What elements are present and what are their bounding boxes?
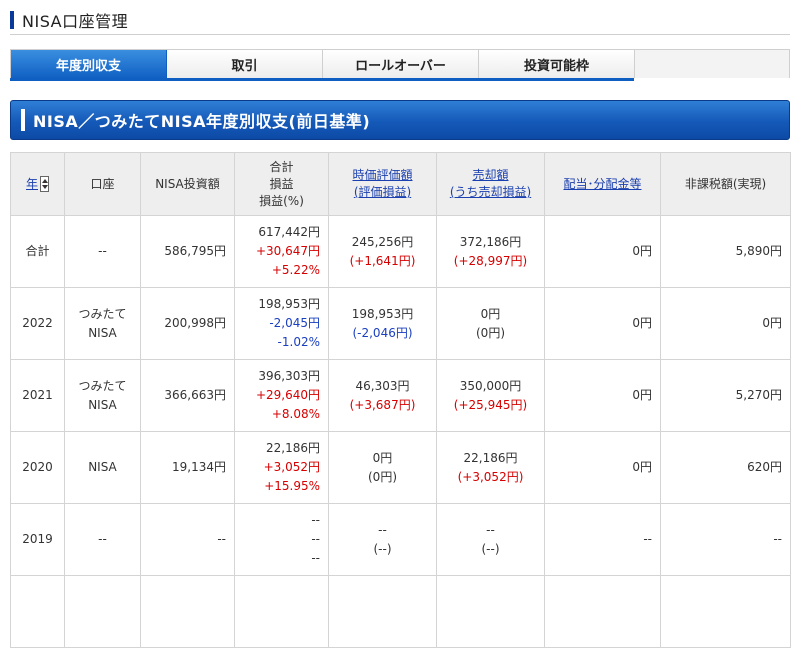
- header-total: 合計 損益 損益(%): [234, 152, 329, 216]
- title-accent-bar: [10, 11, 14, 29]
- cell-taxfree: --: [660, 503, 791, 576]
- cell-valuation: 46,303円 (+3,687円): [328, 359, 437, 432]
- cell-dividend: 0円: [544, 359, 661, 432]
- cell-account: つみたて NISA: [64, 359, 141, 432]
- section-title: NISA／つみたてNISA年度別収支(前日基準): [33, 112, 371, 131]
- tab-bar: 年度別収支 取引 ロールオーバー 投資可能枠: [10, 49, 790, 79]
- cell-taxfree: 620円: [660, 431, 791, 504]
- header-investment: NISA投資額: [140, 152, 235, 216]
- cell-account: --: [64, 215, 141, 288]
- cell-sales: -- (--): [436, 503, 545, 576]
- header-sales-pl-link[interactable]: (うち売却損益): [439, 184, 542, 201]
- cell-account: NISA: [64, 431, 141, 504]
- header-valuation: 時価評価額 (評価損益): [328, 152, 437, 216]
- header-account: 口座: [64, 152, 141, 216]
- cell-year: 2021: [10, 359, 65, 432]
- cell-dividend: 0円: [544, 215, 661, 288]
- cell-sales: 22,186円 (+3,052円): [436, 431, 545, 504]
- cell-investment: 200,998円: [140, 287, 235, 360]
- header-dividend-link[interactable]: 配当･分配金等: [563, 177, 641, 191]
- table-row: 2021 つみたて NISA 366,663円 396,303円 +29,640円 +…: [10, 359, 791, 432]
- section-accent-bar: [21, 109, 25, 131]
- tab-investment-limit[interactable]: 投資可能枠: [479, 50, 635, 79]
- sort-icon[interactable]: [40, 176, 49, 192]
- header-valuation-pl-link[interactable]: (評価損益): [331, 184, 434, 201]
- cell-valuation: 245,256円 (+1,641円): [328, 215, 437, 288]
- annual-balance-table: 年 口座 NISA投資額 合計 損益 損益(%) 時価評価額 (評価損益) 売却…: [10, 152, 791, 648]
- table-row: 2019 -- -- -- -- -- -- (--) -- (--) -- --: [10, 503, 791, 576]
- header-year: 年: [10, 152, 65, 216]
- cell-account: --: [64, 503, 141, 576]
- cell-taxfree: 5,270円: [660, 359, 791, 432]
- cell-year: 合計: [10, 215, 65, 288]
- cell-dividend: 0円: [544, 431, 661, 504]
- header-taxfree: 非課税額(実現): [660, 152, 791, 216]
- header-divider: [10, 34, 790, 35]
- cell-sales: 372,186円 (+28,997円): [436, 215, 545, 288]
- tab-rollover[interactable]: ロールオーバー: [323, 50, 479, 79]
- table-row: 2022 つみたて NISA 200,998円 198,953円 -2,045円 -1…: [10, 287, 791, 360]
- cell-valuation: 198,953円 (-2,046円): [328, 287, 437, 360]
- cell-sales: 0円 (0円): [436, 287, 545, 360]
- tab-annual-balance[interactable]: 年度別収支: [11, 50, 167, 79]
- cell-total: 396,303円 +29,640円 +8.08%: [234, 359, 329, 432]
- cell-year: 2022: [10, 287, 65, 360]
- header-sales-link[interactable]: 売却額: [439, 167, 542, 184]
- cell-account: つみたて NISA: [64, 287, 141, 360]
- cell-dividend: 0円: [544, 287, 661, 360]
- header-dividend: 配当･分配金等: [544, 152, 661, 216]
- page-header: NISA口座管理: [10, 8, 128, 32]
- cell-year: 2020: [10, 431, 65, 504]
- table-row: 合計 -- 586,795円 617,442円 +30,647円 +5.22% 24…: [10, 215, 791, 288]
- cell-dividend: --: [544, 503, 661, 576]
- cell-total: 198,953円 -2,045円 -1.02%: [234, 287, 329, 360]
- header-valuation-link[interactable]: 時価評価額: [331, 167, 434, 184]
- sort-year-link[interactable]: 年: [26, 177, 38, 191]
- cell-valuation: 0円 (0円): [328, 431, 437, 504]
- table-header-row: 年 口座 NISA投資額 合計 損益 損益(%) 時価評価額 (評価損益) 売却…: [10, 152, 791, 216]
- cell-investment: 586,795円: [140, 215, 235, 288]
- section-header: NISA／つみたてNISA年度別収支(前日基準): [10, 100, 790, 140]
- cell-taxfree: 5,890円: [660, 215, 791, 288]
- cell-taxfree: 0円: [660, 287, 791, 360]
- page-title: NISA口座管理: [22, 12, 129, 31]
- cell-sales: 350,000円 (+25,945円): [436, 359, 545, 432]
- header-sales: 売却額 (うち売却損益): [436, 152, 545, 216]
- cell-total: -- -- --: [234, 503, 329, 576]
- cell-investment: 366,663円: [140, 359, 235, 432]
- cell-investment: --: [140, 503, 235, 576]
- tab-transactions[interactable]: 取引: [167, 50, 323, 79]
- cell-total: 617,442円 +30,647円 +5.22%: [234, 215, 329, 288]
- table-row: [10, 575, 791, 648]
- cell-total: 22,186円 +3,052円 +15.95%: [234, 431, 329, 504]
- cell-valuation: -- (--): [328, 503, 437, 576]
- table-row: 2020 NISA 19,134円 22,186円 +3,052円 +15.95% …: [10, 431, 791, 504]
- cell-investment: 19,134円: [140, 431, 235, 504]
- cell-year: 2019: [10, 503, 65, 576]
- tab-underline-gap: [634, 78, 790, 81]
